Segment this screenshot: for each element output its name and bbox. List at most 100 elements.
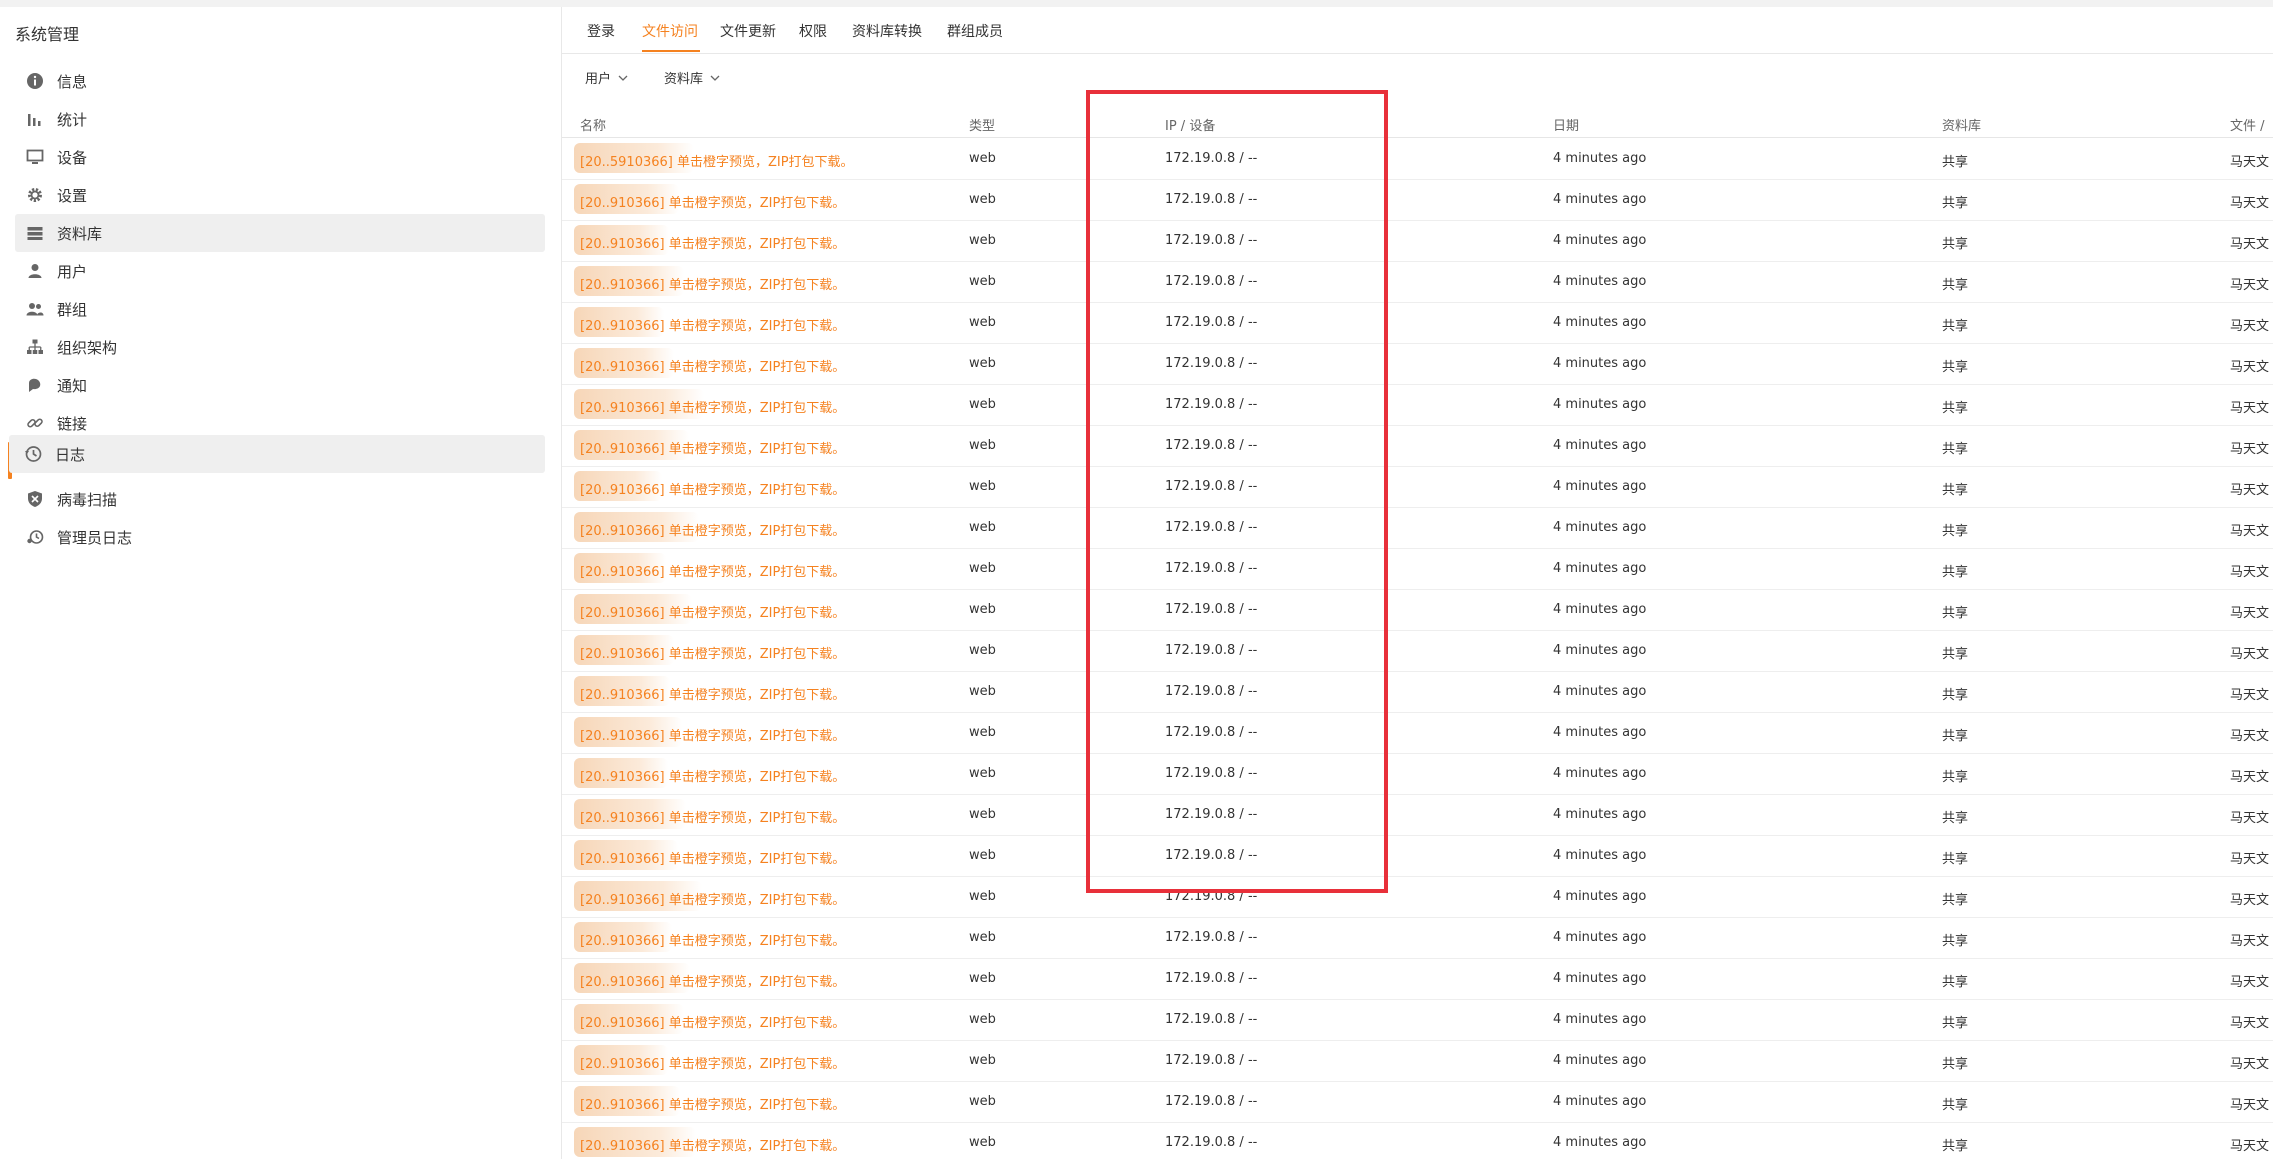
library-name: 共享 <box>1942 606 1969 621</box>
file-name-link[interactable]: [20..910366] 单击橙字预览，ZIP打包下载。 <box>580 643 845 662</box>
ip-device: 172.19.0.8 / -- <box>1165 1135 1258 1150</box>
access-date: 4 minutes ago <box>1553 233 1647 248</box>
file-name-link[interactable]: [20..910366] 单击橙字预览，ZIP打包下载。 <box>580 848 845 867</box>
access-date: 4 minutes ago <box>1553 930 1647 945</box>
file-name-link[interactable]: [20..910366] 单击橙字预览，ZIP打包下载。 <box>580 233 845 252</box>
file-name-link[interactable]: [20..910366] 单击橙字预览，ZIP打包下载。 <box>580 930 845 949</box>
ip-device: 172.19.0.8 / -- <box>1165 233 1258 248</box>
sidebar-item-org-structure[interactable]: 组织架构 <box>15 328 545 366</box>
table-row: [20..910366] 单击橙字预览，ZIP打包下载。 web 172.19.0.… <box>562 876 2273 918</box>
table-row: [20..910366] 单击橙字预览，ZIP打包下载。 web 172.19.0.… <box>562 712 2273 754</box>
access-type: web <box>969 274 996 289</box>
library-name: 共享 <box>1942 1139 1969 1154</box>
sidebar-item-virus-scan[interactable]: 病毒扫描 <box>15 480 545 518</box>
file-name-link[interactable]: [20..910366] 单击橙字预览，ZIP打包下载。 <box>580 889 845 908</box>
file-user: 马天文 <box>2230 647 2270 662</box>
tab-library-transfer[interactable]: 资料库转换 <box>852 21 922 41</box>
access-type: web <box>969 684 996 699</box>
file-name-link[interactable]: [20..910366] 单击橙字预览，ZIP打包下载。 <box>580 971 845 990</box>
file-name-link[interactable]: [20..910366] 单击橙字预览，ZIP打包下载。 <box>580 1053 845 1072</box>
library-name: 共享 <box>1942 442 1969 457</box>
table-row: [20..910366] 单击橙字预览，ZIP打包下载。 web 172.19.0.… <box>562 302 2273 344</box>
sidebar-item-settings[interactable]: 设置 <box>15 176 545 214</box>
table-header: 名称 类型 IP / 设备 日期 资料库 文件 / <box>562 107 2273 138</box>
file-user: 马天文 <box>2230 483 2270 498</box>
sidebar-item-info[interactable]: 信息 <box>15 62 545 100</box>
table-row: [20..910366] 单击橙字预览，ZIP打包下载。 web 172.19.0.… <box>562 425 2273 467</box>
file-name-link[interactable]: [20..910366] 单击橙字预览，ZIP打包下载。 <box>580 192 845 211</box>
access-date: 4 minutes ago <box>1553 766 1647 781</box>
access-date: 4 minutes ago <box>1553 192 1647 207</box>
sidebar-item-notifications[interactable]: 通知 <box>15 366 545 404</box>
file-name-link[interactable]: [20..910366] 单击橙字预览，ZIP打包下载。 <box>580 766 845 785</box>
file-name-link[interactable]: [20..910366] 单击橙字预览，ZIP打包下载。 <box>580 807 845 826</box>
ip-device: 172.19.0.8 / -- <box>1165 1094 1258 1109</box>
file-user: 马天文 <box>2230 1139 2270 1154</box>
sidebar-item-admin-logs[interactable]: 管理员日志 <box>15 518 545 556</box>
access-type: web <box>969 438 996 453</box>
table-row: [20..910366] 单击橙字预览，ZIP打包下载。 web 172.19.0.… <box>562 630 2273 672</box>
table-row: [20..910366] 单击橙字预览，ZIP打包下载。 web 172.19.0.… <box>562 589 2273 631</box>
tab-login[interactable]: 登录 <box>587 21 615 41</box>
tab-permissions[interactable]: 权限 <box>799 21 827 41</box>
file-name-link[interactable]: [20..5910366] 单击橙字预览，ZIP打包下载。 <box>580 151 854 170</box>
file-name-link[interactable]: [20..910366] 单击橙字预览，ZIP打包下载。 <box>580 315 845 334</box>
library-icon <box>25 223 45 243</box>
sidebar-item-label: 用户 <box>57 262 88 281</box>
table-row: [20..910366] 单击橙字预览，ZIP打包下载。 web 172.19.0.… <box>562 507 2273 549</box>
user-filter-dropdown[interactable]: 用户 <box>585 68 628 87</box>
file-name-link[interactable]: [20..910366] 单击橙字预览，ZIP打包下载。 <box>580 1094 845 1113</box>
file-user: 马天文 <box>2230 893 2270 908</box>
access-type: web <box>969 725 996 740</box>
file-name-link[interactable]: [20..910366] 单击橙字预览，ZIP打包下载。 <box>580 438 845 457</box>
access-date: 4 minutes ago <box>1553 807 1647 822</box>
file-user: 马天文 <box>2230 688 2270 703</box>
library-filter-dropdown[interactable]: 资料库 <box>664 68 720 87</box>
file-user: 马天文 <box>2230 237 2270 252</box>
access-type: web <box>969 807 996 822</box>
table-row: [20..910366] 单击橙字预览，ZIP打包下载。 web 172.19.0.… <box>562 671 2273 713</box>
library-filter-label: 资料库 <box>664 72 704 87</box>
tab-file-access[interactable]: 文件访问 <box>642 21 698 41</box>
org-chart-icon <box>25 337 45 357</box>
access-type: web <box>969 397 996 412</box>
ip-device: 172.19.0.8 / -- <box>1165 889 1258 904</box>
file-name-link[interactable]: [20..910366] 单击橙字预览，ZIP打包下载。 <box>580 397 845 416</box>
file-name-link[interactable]: [20..910366] 单击橙字预览，ZIP打包下载。 <box>580 684 845 703</box>
file-name-link[interactable]: [20..910366] 单击橙字预览，ZIP打包下载。 <box>580 479 845 498</box>
access-type: web <box>969 315 996 330</box>
file-name-link[interactable]: [20..910366] 单击橙字预览，ZIP打包下载。 <box>580 1012 845 1031</box>
library-name: 共享 <box>1942 401 1969 416</box>
file-user: 马天文 <box>2230 565 2270 580</box>
sidebar-item-groups[interactable]: 群组 <box>15 290 545 328</box>
file-name-link[interactable]: [20..910366] 单击橙字预览，ZIP打包下载。 <box>580 274 845 293</box>
sidebar-item-label: 组织架构 <box>57 338 118 357</box>
sidebar-title: 系统管理 <box>15 25 80 44</box>
access-date: 4 minutes ago <box>1553 397 1647 412</box>
group-icon <box>25 299 45 319</box>
sidebar-item-statistics[interactable]: 统计 <box>15 100 545 138</box>
file-name-link[interactable]: [20..910366] 单击橙字预览，ZIP打包下载。 <box>580 520 845 539</box>
tab-file-update[interactable]: 文件更新 <box>720 21 776 41</box>
shield-icon <box>25 489 45 509</box>
column-header-library: 资料库 <box>1942 119 1982 134</box>
sidebar-item-users[interactable]: 用户 <box>15 252 545 290</box>
ip-device: 172.19.0.8 / -- <box>1165 1012 1258 1027</box>
file-user: 马天文 <box>2230 1016 2270 1031</box>
info-icon <box>25 71 45 91</box>
file-name-link[interactable]: [20..910366] 单击橙字预览，ZIP打包下载。 <box>580 725 845 744</box>
file-name-link[interactable]: [20..910366] 单击橙字预览，ZIP打包下载。 <box>580 1135 845 1154</box>
tab-group-members[interactable]: 群组成员 <box>947 21 1003 41</box>
sidebar-item-label: 日志 <box>55 445 86 464</box>
sidebar-item-devices[interactable]: 设备 <box>15 138 545 176</box>
access-type: web <box>969 1094 996 1109</box>
library-name: 共享 <box>1942 319 1969 334</box>
access-date: 4 minutes ago <box>1553 356 1647 371</box>
sidebar-item-logs[interactable]: 日志 <box>9 435 545 473</box>
table-row: [20..910366] 单击橙字预览，ZIP打包下载。 web 172.19.0.… <box>562 1081 2273 1123</box>
file-name-link[interactable]: [20..910366] 单击橙字预览，ZIP打包下载。 <box>580 602 845 621</box>
file-name-link[interactable]: [20..910366] 单击橙字预览，ZIP打包下载。 <box>580 356 845 375</box>
file-name-link[interactable]: [20..910366] 单击橙字预览，ZIP打包下载。 <box>580 561 845 580</box>
table-row: [20..5910366] 单击橙字预览，ZIP打包下载。 web 172.19.0… <box>562 138 2273 180</box>
sidebar-item-library[interactable]: 资料库 <box>15 214 545 252</box>
